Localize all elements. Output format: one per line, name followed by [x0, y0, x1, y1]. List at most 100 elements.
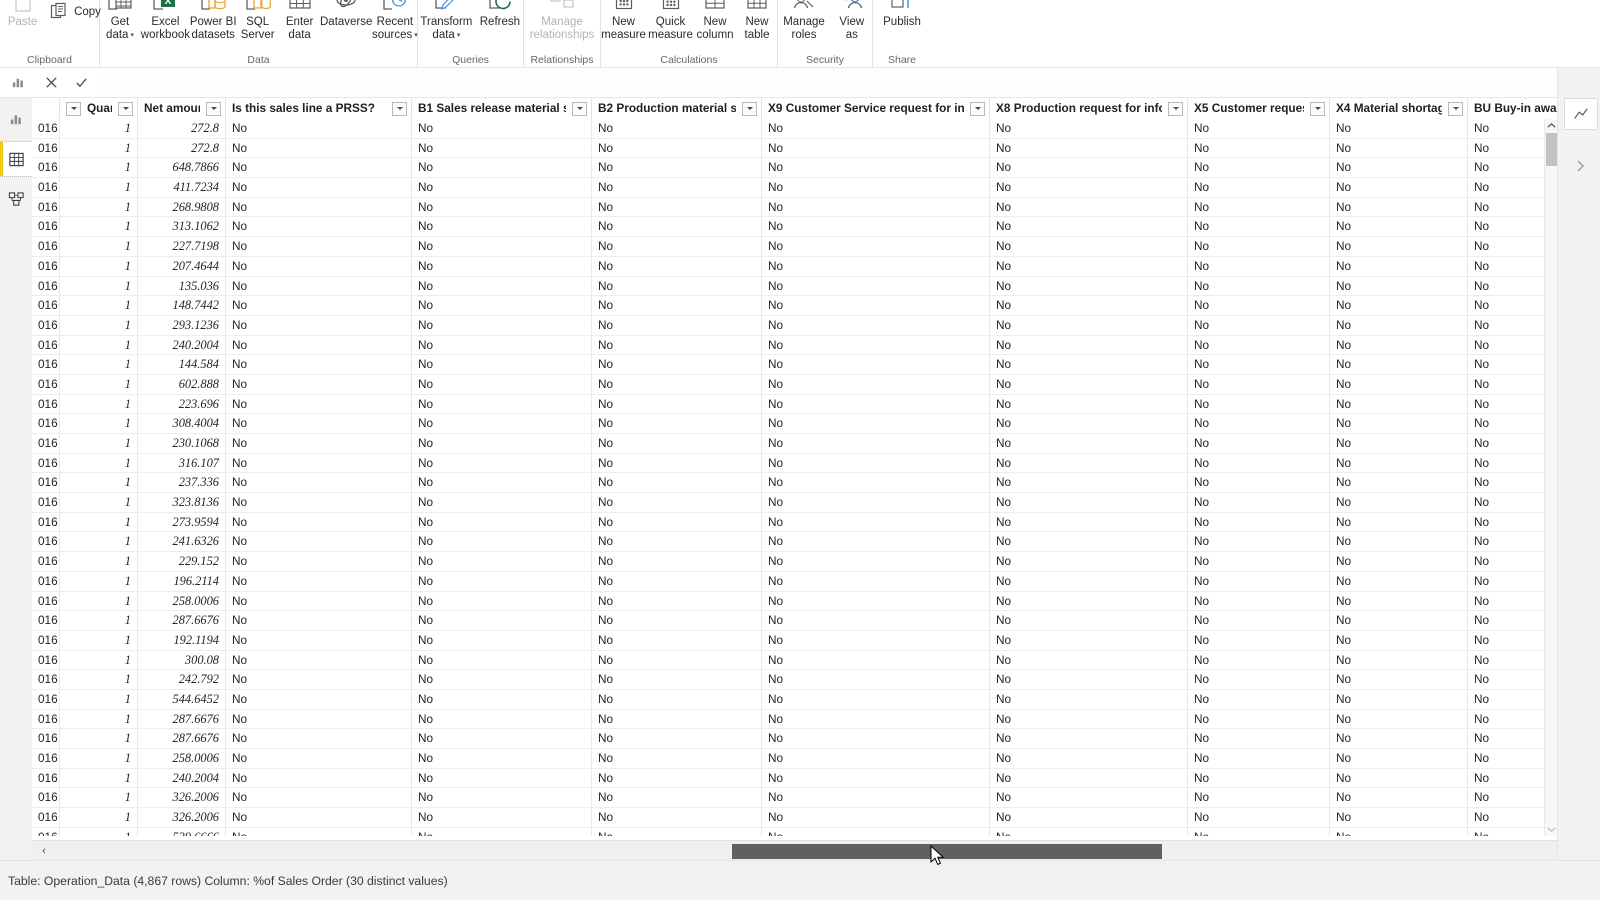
- cell-x5-customer-request-hold[interactable]: No: [1188, 552, 1330, 572]
- cell-date-partial[interactable]: 016: [32, 749, 60, 769]
- manage-roles-button[interactable]: Manage roles: [778, 0, 830, 42]
- table-row[interactable]: 016 1 223.696 No No No No No No No No: [32, 394, 1557, 415]
- cell-is-this-sales-line-a-prss[interactable]: No: [226, 434, 412, 454]
- cell-quantity[interactable]: 1: [60, 276, 138, 297]
- cell-x5-customer-request-hold[interactable]: No: [1188, 591, 1330, 612]
- cell-quantity[interactable]: 1: [60, 414, 138, 434]
- table-row[interactable]: 016 1 602.888 No No No No No No No No: [32, 374, 1557, 395]
- cell-x5-customer-request-hold[interactable]: No: [1188, 453, 1330, 474]
- cell-net-amount[interactable]: 223.696: [138, 394, 226, 415]
- cell-x8-production-request-for-information[interactable]: No: [990, 434, 1188, 454]
- cell-x9-customer-service-request-for-information[interactable]: No: [762, 827, 990, 836]
- column-header-x9-customer-service-request-for-information[interactable]: X9 Customer Service request for informat…: [762, 98, 990, 119]
- cell-x9-customer-service-request-for-information[interactable]: No: [762, 374, 990, 395]
- cell-net-amount[interactable]: 411.7234: [138, 178, 226, 198]
- cell-x9-customer-service-request-for-information[interactable]: No: [762, 315, 990, 336]
- scroll-up-arrow-icon[interactable]: [1545, 119, 1557, 132]
- cell-date-partial[interactable]: 016: [32, 729, 60, 749]
- cell-b2-production-material-shortage[interactable]: No: [592, 276, 762, 297]
- table-row[interactable]: 016 1 196.2114 No No No No No No No No: [32, 571, 1557, 592]
- cell-is-this-sales-line-a-prss[interactable]: No: [226, 178, 412, 198]
- cell-x5-customer-request-hold[interactable]: No: [1188, 138, 1330, 159]
- cell-x8-production-request-for-information[interactable]: No: [990, 591, 1188, 612]
- cell-b2-production-material-shortage[interactable]: No: [592, 414, 762, 434]
- transform-data-button[interactable]: Transform data ▾: [418, 0, 475, 42]
- cell-x8-production-request-for-information[interactable]: No: [990, 296, 1188, 316]
- cell-x9-customer-service-request-for-information[interactable]: No: [762, 571, 990, 592]
- cell-x8-production-request-for-information[interactable]: No: [990, 414, 1188, 434]
- cell-b2-production-material-shortage[interactable]: No: [592, 434, 762, 454]
- cell-is-this-sales-line-a-prss[interactable]: No: [226, 630, 412, 651]
- cell-x8-production-request-for-information[interactable]: No: [990, 788, 1188, 809]
- cell-is-this-sales-line-a-prss[interactable]: No: [226, 689, 412, 710]
- view-rail-report-view[interactable]: [0, 102, 32, 136]
- cell-b1-sales-release-material-shortage[interactable]: No: [412, 217, 592, 238]
- cell-x5-customer-request-hold[interactable]: No: [1188, 768, 1330, 789]
- cell-net-amount[interactable]: 293.1236: [138, 315, 226, 336]
- cell-b1-sales-release-material-shortage[interactable]: No: [412, 434, 592, 454]
- table-row[interactable]: 016 1 323.8136 No No No No No No No No: [32, 493, 1557, 513]
- cell-x8-production-request-for-information[interactable]: No: [990, 532, 1188, 553]
- cell-x9-customer-service-request-for-information[interactable]: No: [762, 414, 990, 434]
- cell-b2-production-material-shortage[interactable]: No: [592, 256, 762, 277]
- cell-x8-production-request-for-information[interactable]: No: [990, 237, 1188, 257]
- cell-quantity[interactable]: 1: [60, 532, 138, 553]
- cell-x9-customer-service-request-for-information[interactable]: No: [762, 512, 990, 533]
- cell-quantity[interactable]: 1: [60, 119, 138, 139]
- cell-x9-customer-service-request-for-information[interactable]: No: [762, 689, 990, 710]
- cell-is-this-sales-line-a-prss[interactable]: No: [226, 749, 412, 769]
- cell-net-amount[interactable]: 237.336: [138, 473, 226, 494]
- cell-x5-customer-request-hold[interactable]: No: [1188, 197, 1330, 218]
- cell-net-amount[interactable]: 229.152: [138, 552, 226, 572]
- cell-net-amount[interactable]: 144.584: [138, 355, 226, 375]
- cell-x9-customer-service-request-for-information[interactable]: No: [762, 453, 990, 474]
- recent-sources-button[interactable]: Recent sources ▾: [372, 0, 418, 42]
- column-header-x4-material-shortage-post[interactable]: X4 Material shortage post: [1330, 98, 1468, 119]
- cell-date-partial[interactable]: 016: [32, 335, 60, 356]
- cell-date-partial[interactable]: 016: [32, 670, 60, 690]
- cell-x5-customer-request-hold[interactable]: No: [1188, 650, 1330, 671]
- cell-x8-production-request-for-information[interactable]: No: [990, 689, 1188, 710]
- cell-x5-customer-request-hold[interactable]: No: [1188, 276, 1330, 297]
- cell-net-amount[interactable]: 272.8: [138, 138, 226, 159]
- cell-x4-material-shortage-post[interactable]: No: [1330, 138, 1468, 159]
- cell-net-amount[interactable]: 268.9808: [138, 197, 226, 218]
- cell-x8-production-request-for-information[interactable]: No: [990, 512, 1188, 533]
- cell-b1-sales-release-material-shortage[interactable]: No: [412, 355, 592, 375]
- table-row[interactable]: 0161539.6666NoNoNoNoNoNoNoNo: [32, 827, 1557, 836]
- cell-quantity[interactable]: 1: [60, 197, 138, 218]
- cell-b1-sales-release-material-shortage[interactable]: No: [412, 689, 592, 710]
- cell-b1-sales-release-material-shortage[interactable]: No: [412, 178, 592, 198]
- cell-quantity[interactable]: 1: [60, 296, 138, 316]
- cell-x9-customer-service-request-for-information[interactable]: No: [762, 493, 990, 513]
- cell-x8-production-request-for-information[interactable]: No: [990, 217, 1188, 238]
- cell-x9-customer-service-request-for-information[interactable]: No: [762, 650, 990, 671]
- cell-is-this-sales-line-a-prss[interactable]: No: [226, 512, 412, 533]
- cell-date-partial[interactable]: 016: [32, 650, 60, 671]
- cell-net-amount[interactable]: 241.6326: [138, 532, 226, 553]
- cell-date-partial[interactable]: 016: [32, 788, 60, 809]
- cell-date-partial[interactable]: 016: [32, 611, 60, 631]
- table-row[interactable]: 016 1 648.7866 No No No No No No No No: [32, 158, 1557, 179]
- cell-net-amount[interactable]: 287.6676: [138, 709, 226, 730]
- cell-x4-material-shortage-post[interactable]: No: [1330, 374, 1468, 395]
- table-row[interactable]: 016 1 241.6326 No No No No No No No No: [32, 532, 1557, 553]
- copy-button[interactable]: Copy: [45, 0, 101, 22]
- cell-b1-sales-release-material-shortage[interactable]: No: [412, 276, 592, 297]
- column-header-b1-sales-release-material-shortage[interactable]: B1 Sales release material shortage: [412, 98, 592, 119]
- formula-cancel-button[interactable]: [36, 70, 66, 96]
- refresh-button[interactable]: Refresh: [477, 0, 523, 29]
- table-row[interactable]: 016 1 293.1236 No No No No No No No No: [32, 315, 1557, 336]
- cell-b2-production-material-shortage[interactable]: No: [592, 158, 762, 179]
- cell-quantity[interactable]: 1: [60, 217, 138, 238]
- cell-b1-sales-release-material-shortage[interactable]: No: [412, 709, 592, 730]
- cell-b2-production-material-shortage[interactable]: No: [592, 749, 762, 769]
- cell-is-this-sales-line-a-prss[interactable]: No: [226, 493, 412, 513]
- column-filter-icon-x9-customer-service-request-for-information[interactable]: [970, 101, 985, 116]
- table-row[interactable]: 016 1 300.08 No No No No No No No No: [32, 650, 1557, 671]
- table-row[interactable]: 016 1 242.792 No No No No No No No No: [32, 670, 1557, 690]
- cell-x4-material-shortage-post[interactable]: No: [1330, 119, 1468, 139]
- view-as-button[interactable]: View as: [832, 0, 872, 42]
- cell-net-amount[interactable]: 602.888: [138, 374, 226, 395]
- cell-x4-material-shortage-post[interactable]: No: [1330, 808, 1468, 828]
